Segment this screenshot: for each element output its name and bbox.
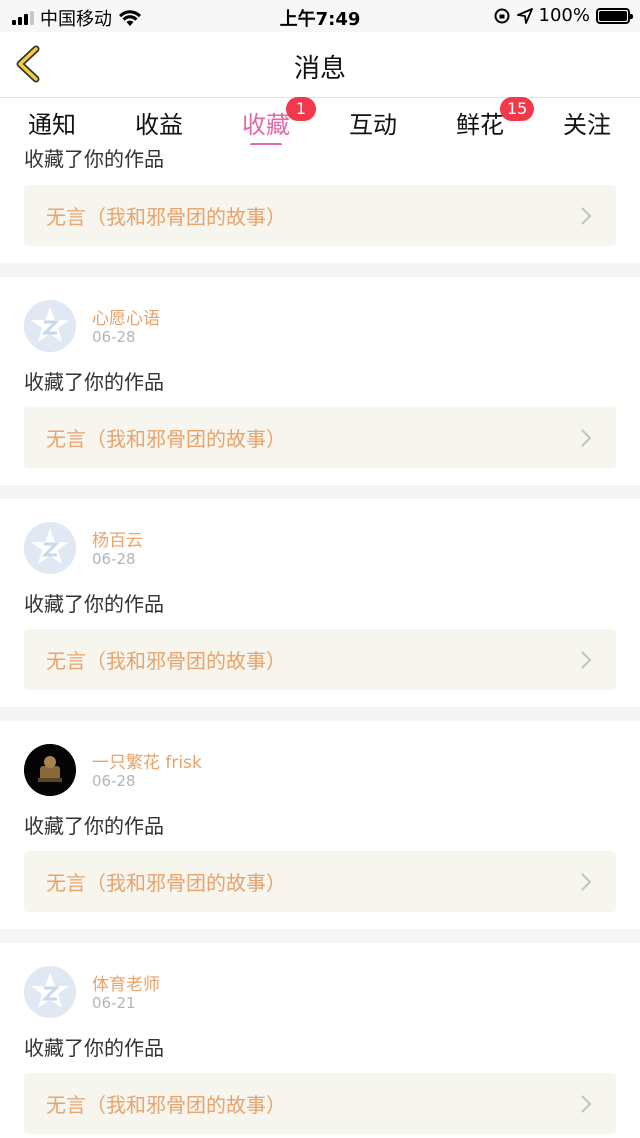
work-card[interactable]: 无言（我和邪骨团的故事）	[24, 185, 616, 246]
tab-flowers[interactable]: 鲜花 15	[440, 97, 535, 140]
work-card[interactable]: 无言（我和邪骨团的故事）	[24, 629, 616, 690]
list-item: 心愿心语 06-28 收藏了你的作品 无言（我和邪骨团的故事）	[0, 300, 640, 508]
battery-icon	[596, 7, 633, 24]
status-bar: 中国移动 上午7:49 100%	[0, 0, 640, 32]
tab-label: 鲜花	[456, 111, 504, 139]
list-item: 杨百云 06-28 收藏了你的作品 无言（我和邪骨团的故事）	[0, 522, 640, 730]
default-avatar-icon[interactable]	[24, 300, 76, 352]
work-title: 无言（我和邪骨团的故事）	[46, 871, 286, 895]
work-card[interactable]: 无言（我和邪骨团的故事）	[24, 1073, 616, 1134]
divider	[0, 485, 640, 499]
default-avatar-icon[interactable]	[24, 966, 76, 1018]
tab-favorites[interactable]: 收藏 1	[226, 97, 316, 147]
location-arrow-icon	[516, 7, 533, 24]
tab-label: 收益	[135, 111, 183, 139]
date-label: 06-28	[92, 772, 136, 790]
work-title: 无言（我和邪骨团的故事）	[46, 649, 286, 673]
tab-label: 互动	[349, 111, 397, 139]
chevron-right-icon	[581, 1095, 592, 1113]
chevron-right-icon	[581, 429, 592, 447]
action-text: 收藏了你的作品	[24, 147, 164, 171]
divider	[0, 263, 640, 277]
work-title: 无言（我和邪骨团的故事）	[46, 205, 286, 229]
tab-bar: 通知 收益 收藏 1 互动 鲜花 15 关注	[0, 97, 640, 147]
tab-notifications[interactable]: 通知	[12, 105, 92, 140]
photo-avatar	[24, 744, 76, 796]
chevron-right-icon	[581, 651, 592, 669]
chevron-right-icon	[581, 207, 592, 225]
divider	[0, 929, 640, 943]
work-card[interactable]: 无言（我和邪骨团的故事）	[24, 407, 616, 468]
tab-following[interactable]: 关注	[547, 105, 627, 140]
work-card[interactable]: 无言（我和邪骨团的故事）	[24, 851, 616, 912]
action-text: 收藏了你的作品	[24, 814, 164, 838]
tab-label: 通知	[28, 111, 76, 139]
tab-badge: 15	[500, 97, 535, 121]
username-link[interactable]: 体育老师	[92, 970, 160, 995]
status-right: 100%	[493, 5, 633, 26]
action-text: 收藏了你的作品	[24, 370, 164, 394]
tab-label: 收藏	[242, 111, 290, 139]
action-text: 收藏了你的作品	[24, 1036, 164, 1060]
date-label: 06-21	[92, 994, 136, 1012]
orientation-lock-icon	[494, 8, 510, 23]
page-title: 消息	[293, 54, 346, 84]
user-avatar[interactable]	[24, 744, 76, 796]
list-item: 一只繁花 frisk 06-28 收藏了你的作品 无言（我和邪骨团的故事）	[0, 744, 640, 952]
divider	[0, 707, 640, 721]
chevron-right-icon	[581, 873, 592, 891]
username-link[interactable]: 一只繁花 frisk	[92, 748, 202, 773]
default-avatar-icon[interactable]	[24, 522, 76, 574]
username-link[interactable]: 杨百云	[92, 526, 143, 551]
date-label: 06-28	[92, 328, 136, 346]
tab-label: 关注	[563, 111, 611, 139]
list-item: 体育老师 06-21 收藏了你的作品 无言（我和邪骨团的故事）	[0, 966, 640, 1138]
username-link[interactable]: 心愿心语	[92, 304, 160, 329]
tab-interactions[interactable]: 互动	[333, 105, 413, 140]
work-title: 无言（我和邪骨团的故事）	[46, 427, 286, 451]
work-title: 无言（我和邪骨团的故事）	[46, 1093, 286, 1117]
tab-earnings[interactable]: 收益	[119, 105, 199, 140]
tab-badge: 1	[286, 97, 316, 121]
nav-bar: 消息	[0, 32, 640, 98]
date-label: 06-28	[92, 550, 136, 568]
message-list[interactable]: 收藏了你的作品 无言（我和邪骨团的故事） 心愿心语 06-28 收藏了你的作品 …	[0, 145, 640, 1138]
action-text: 收藏了你的作品	[24, 592, 164, 616]
battery-percent: 100%	[538, 5, 590, 26]
